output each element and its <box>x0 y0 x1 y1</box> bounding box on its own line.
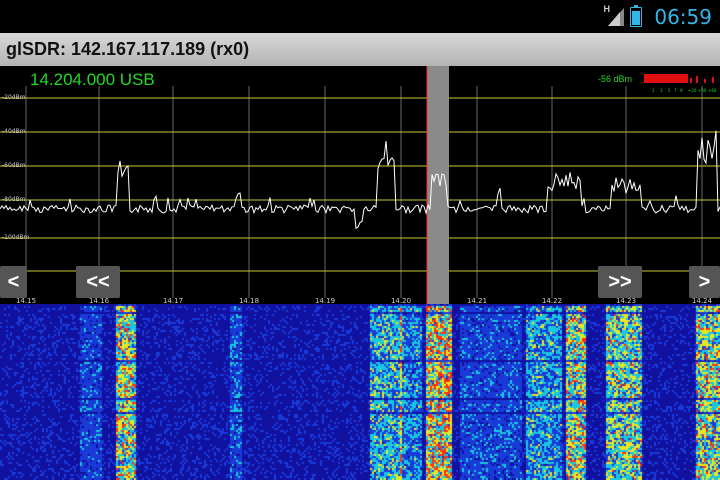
battery-icon <box>630 5 642 27</box>
frequency-display[interactable]: 14.204.000 USB <box>30 70 155 90</box>
waterfall-display[interactable] <box>0 304 720 480</box>
db-label: -60dBm <box>2 162 26 169</box>
freq-tick-label: 14.16 <box>88 297 110 305</box>
svg-text:+40: +40 <box>698 88 707 93</box>
svg-text:9: 9 <box>680 88 683 93</box>
freq-tick-label: 14.21 <box>466 297 488 305</box>
svg-text:1: 1 <box>652 88 655 93</box>
freq-tick-label: 14.24 <box>691 297 713 305</box>
svg-text:+60: +60 <box>708 88 717 93</box>
freq-tick-label: 14.23 <box>615 297 637 305</box>
title-bar: glSDR: 142.167.117.189 (rx0) <box>0 33 720 67</box>
spectrum-display[interactable]: 14.204.000 USB -56 dBm 135 7 9 +20 +40 +60 … <box>0 66 720 305</box>
s-meter: 135 7 9 +20 +40 +60 <box>644 74 717 93</box>
tune-right-button[interactable]: > <box>689 266 720 298</box>
db-label: -100dBm <box>2 234 30 241</box>
app-title: glSDR: 142.167.117.189 (rx0) <box>6 39 250 59</box>
svg-text:5: 5 <box>668 88 671 93</box>
tune-left-button[interactable]: < <box>0 266 27 298</box>
status-clock: 06:59 <box>654 5 712 29</box>
freq-tick-label: 14.20 <box>390 297 412 305</box>
db-label: -80dBm <box>2 196 26 203</box>
freq-tick-label: 14.17 <box>162 297 184 305</box>
fast-tune-left-button[interactable]: << <box>76 266 120 298</box>
freq-tick-label: 14.19 <box>314 297 336 305</box>
freq-tick-label: 14.18 <box>238 297 260 305</box>
spectrum-trace <box>0 130 720 230</box>
db-label: -20dBm <box>2 94 26 101</box>
freq-tick-label: 14.15 <box>15 297 37 305</box>
svg-text:7: 7 <box>674 88 677 93</box>
svg-text:+20: +20 <box>688 88 697 93</box>
freq-tick-label: 14.22 <box>541 297 563 305</box>
fast-tune-right-button[interactable]: >> <box>598 266 642 298</box>
svg-text:3: 3 <box>660 88 663 93</box>
signal-level-readout: -56 dBm <box>598 74 633 84</box>
db-label: -40dBm <box>2 128 26 135</box>
status-bar: H 06:59 <box>0 0 720 33</box>
signal-icon <box>608 8 624 26</box>
